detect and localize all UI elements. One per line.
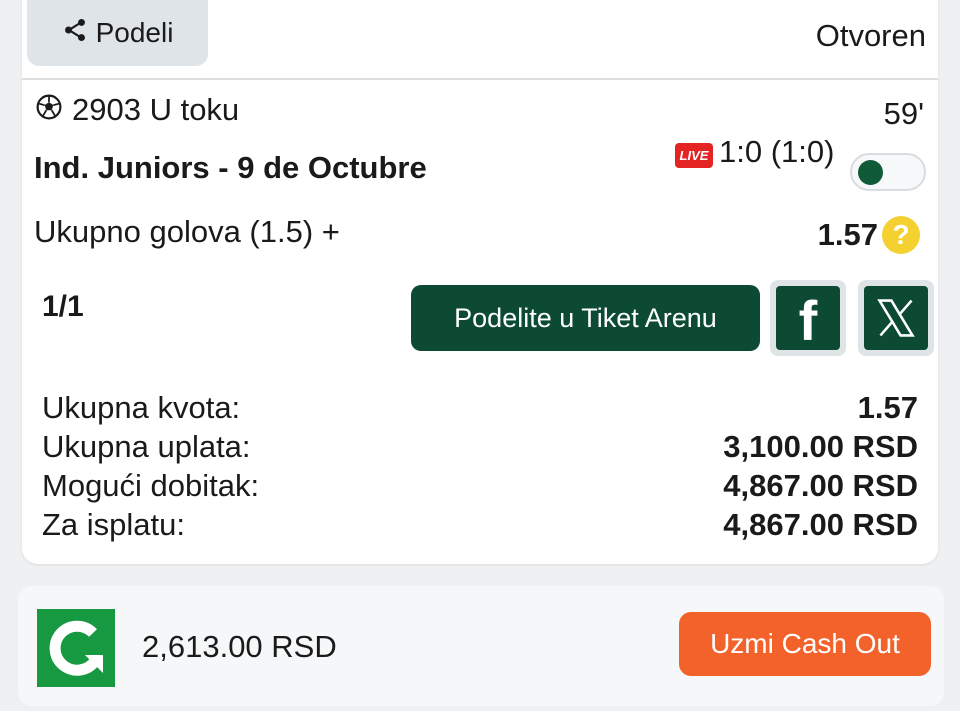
summary-label: Za isplatu:	[42, 506, 186, 542]
match-minute: 59'	[883, 96, 924, 131]
ticket-card: Podeli Otvoren 2903 U toku 59' Ind. Juni…	[22, 0, 938, 564]
x-icon	[864, 286, 928, 350]
cashout-button[interactable]: Uzmi Cash Out	[679, 612, 931, 676]
match-score: 1:0 (1:0)	[719, 134, 835, 169]
share-icon	[62, 17, 88, 50]
market-odd: 1.57	[817, 217, 878, 252]
share-button[interactable]: Podeli	[27, 0, 208, 66]
summary-value: 3,100.00 RSD	[723, 428, 918, 464]
summary-row: Za isplatu: 4,867.00 RSD	[42, 505, 918, 544]
share-tiket-arena-button[interactable]: Podelite u Tiket Arenu	[411, 285, 760, 351]
summary-label: Ukupna kvota:	[42, 389, 241, 425]
event-header: 2903 U toku	[36, 92, 239, 128]
help-icon[interactable]: ?	[882, 216, 920, 254]
summary-row: Mogući dobitak: 4,867.00 RSD	[42, 466, 918, 505]
ticket-summary: Ukupna kvota: 1.57 Ukupna uplata: 3,100.…	[42, 388, 918, 544]
ticket-status: Otvoren	[815, 18, 926, 53]
match-title: Ind. Juniors - 9 de Octubre	[34, 150, 427, 185]
cashout-amount: 2,613.00 RSD	[142, 629, 337, 664]
cashout-logo-icon	[37, 609, 115, 687]
summary-row: Ukupna uplata: 3,100.00 RSD	[42, 427, 918, 466]
share-label: Podeli	[95, 17, 174, 48]
divider	[22, 78, 938, 80]
summary-value: 4,867.00 RSD	[723, 506, 918, 542]
live-badge: LIVE	[675, 143, 713, 168]
cashout-bar: 2,613.00 RSD Uzmi Cash Out	[18, 586, 944, 706]
summary-value: 1.57	[857, 389, 918, 425]
summary-value: 4,867.00 RSD	[723, 467, 918, 503]
market-label: Ukupno golova (1.5) +	[34, 214, 340, 249]
event-code-status: 2903 U toku	[72, 92, 240, 127]
summary-label: Ukupna uplata:	[42, 428, 251, 464]
soccer-ball-icon	[36, 92, 62, 128]
x-share-button[interactable]	[858, 280, 934, 356]
summary-row: Ukupna kvota: 1.57	[42, 388, 918, 427]
live-toggle[interactable]	[850, 153, 926, 191]
facebook-icon: f	[776, 286, 840, 352]
selection-count: 1/1	[42, 290, 84, 323]
facebook-share-button[interactable]: f	[770, 280, 846, 356]
toggle-knob	[858, 160, 883, 185]
summary-label: Mogući dobitak:	[42, 467, 260, 503]
